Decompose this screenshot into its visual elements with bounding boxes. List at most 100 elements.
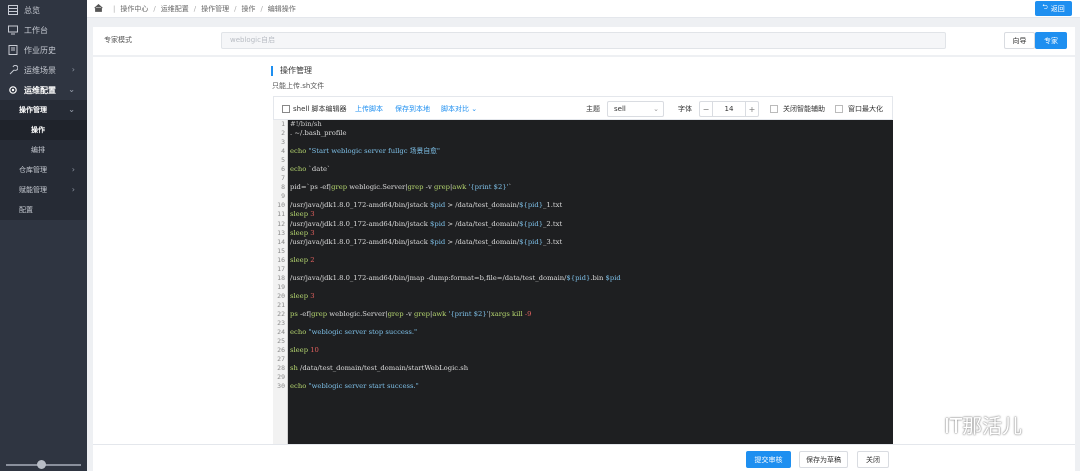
breadcrumb-item[interactable]: 操作 (241, 4, 255, 14)
decrease-font-button[interactable]: − (700, 102, 713, 116)
code-line[interactable]: /usr/java/jdk1.8.0_172-amd64/bin/jstack … (290, 201, 893, 210)
submit-review-button[interactable]: 提交审核 (746, 451, 791, 468)
code-line[interactable]: sleep 3 (290, 210, 893, 219)
home-icon[interactable] (94, 3, 103, 14)
sidebar-item-operation[interactable]: 操作 (0, 120, 87, 140)
code-line[interactable]: ​ (290, 156, 893, 165)
chevron-down-icon: ⌄ (471, 105, 478, 113)
close-button[interactable]: 关闭 (857, 451, 889, 468)
line-number: 15 (277, 246, 285, 255)
code-line[interactable]: ​ (290, 265, 893, 274)
font-size-value[interactable]: 14 (713, 102, 745, 116)
line-number: 3 (281, 138, 285, 147)
sidebar-item-workbench[interactable]: 工作台 (0, 20, 87, 40)
code-line[interactable]: ​ (290, 319, 893, 328)
code-line[interactable]: ​ (290, 301, 893, 310)
code-line[interactable]: pid=`ps -ef|grep weblogic.Server|grep -v… (290, 183, 893, 192)
code-line[interactable]: /usr/java/jdk1.8.0_172-amd64/bin/jstack … (290, 238, 893, 247)
code-line[interactable]: ​ (290, 337, 893, 346)
action-bar: 提交审核 保存为草稿 关闭 (93, 444, 1075, 471)
code-line[interactable]: echo `date` (290, 165, 893, 174)
script-compare-link[interactable]: 脚本对比 ⌄ (441, 104, 477, 114)
monitor-icon (7, 25, 18, 36)
code-line[interactable]: ​ (290, 355, 893, 364)
sidebar-submenu: 操作管理 ⌄ 操作 编排 仓库管理 › 赋能管理 › 配置 (0, 100, 87, 220)
breadcrumb: | 操作中心 / 运维配置 / 操作管理 / 操作 / 编辑操作 ⮌ 返回 (87, 0, 1080, 18)
code-line[interactable]: ​ (290, 174, 893, 183)
line-number: 28 (277, 364, 285, 373)
checkbox-box[interactable] (835, 105, 843, 113)
sidebar-item-label: 总览 (24, 5, 40, 15)
sidebar-item-arrange[interactable]: 编排 (0, 140, 87, 160)
chevron-right-icon: › (71, 185, 75, 194)
sidebar-item-config[interactable]: 配置 (0, 200, 87, 220)
code-line[interactable]: ​ (290, 138, 893, 147)
code-line[interactable]: /usr/java/jdk1.8.0_172-amd64/bin/jmap -d… (290, 274, 893, 283)
code-line[interactable]: . ~/.bash_profile (290, 129, 893, 138)
sidebar-item-ops-config[interactable]: 运维配置 ⌄ (0, 80, 87, 100)
sidebar-item-label: 配置 (19, 206, 33, 214)
line-number: 12 (277, 219, 285, 228)
sidebar-slider[interactable] (0, 459, 87, 471)
code-line[interactable]: echo "weblogic server start success." (290, 382, 893, 391)
code-content[interactable]: #!/bin/sh. ~/.bash_profile​echo "Start w… (290, 120, 893, 391)
code-line[interactable]: sleep 10 (290, 346, 893, 355)
save-local-link[interactable]: 保存到本地 (395, 104, 430, 114)
code-line[interactable]: sleep 2 (290, 256, 893, 265)
script-compare-label: 脚本对比 (441, 105, 469, 113)
maximize-checkbox[interactable]: 窗口最大化 (835, 104, 883, 114)
sidebar-item-ops-scene[interactable]: 运维场景 › (0, 60, 87, 80)
sidebar-item-empower[interactable]: 赋能管理 › (0, 180, 87, 200)
code-line[interactable]: sleep 3 (290, 229, 893, 238)
upload-hint: 只能上传.sh文件 (272, 82, 325, 90)
theme-select[interactable]: sell ⌄ (607, 101, 664, 117)
code-line[interactable]: sleep 3 (290, 292, 893, 301)
code-line[interactable]: ps -ef|grep weblogic.Server|grep -v grep… (290, 310, 893, 319)
sidebar-item-job-history[interactable]: 作业历史 (0, 40, 87, 60)
theme-label: 主题 (586, 105, 600, 113)
line-number: 11 (277, 210, 285, 219)
breadcrumb-item[interactable]: 运维配置 (161, 4, 189, 14)
save-draft-button[interactable]: 保存为草稿 (799, 451, 848, 468)
code-line[interactable]: echo "weblogic server stop success." (290, 328, 893, 337)
line-number: 6 (281, 165, 285, 174)
sidebar-item-label: 操作管理 (19, 106, 47, 114)
increase-font-button[interactable]: + (745, 102, 758, 116)
mode-label: 专家模式 (104, 36, 132, 44)
upload-script-link[interactable]: 上传脚本 (355, 104, 383, 114)
breadcrumb-item-current: 编辑操作 (267, 4, 296, 13)
font-size-stepper[interactable]: − 14 + (699, 101, 759, 117)
code-line[interactable]: ​ (290, 192, 893, 201)
breadcrumb-separator: / (260, 4, 263, 13)
line-number: 30 (277, 382, 285, 391)
sidebar-item-repo[interactable]: 仓库管理 › (0, 160, 87, 180)
line-number: 7 (281, 174, 285, 183)
line-number: 16 (277, 255, 285, 264)
chevron-down-icon: ⌄ (68, 105, 75, 114)
expert-button[interactable]: 专家 (1035, 32, 1067, 49)
code-line[interactable]: ​ (290, 373, 893, 382)
script-name-input[interactable]: weblogic自启 (221, 32, 946, 49)
code-line[interactable]: echo "Start weblogic server fullgc 场景自愈" (290, 147, 893, 156)
wizard-button[interactable]: 向导 (1004, 32, 1035, 49)
back-button-label: 返回 (1050, 4, 1065, 13)
code-line[interactable]: /usr/java/jdk1.8.0_172-amd64/bin/jstack … (290, 220, 893, 229)
code-line[interactable]: sh /data/test_domain/test_domain/startWe… (290, 364, 893, 373)
checkbox-box[interactable] (770, 105, 778, 113)
code-line[interactable]: ​ (290, 283, 893, 292)
sidebar-item-overview[interactable]: 总览 (0, 0, 87, 20)
smart-assist-checkbox[interactable]: 关闭智能辅助 (770, 104, 825, 114)
line-number: 2 (281, 129, 285, 138)
line-number: 10 (277, 201, 285, 210)
line-number: 29 (277, 373, 285, 382)
code-editor[interactable]: 1 2 3 4 5 6 7 8 9 10 11 12 13 14 15 16 17 18 19 20 21 22 23 24 2… (273, 120, 893, 444)
code-line[interactable]: #!/bin/sh (290, 120, 893, 129)
breadcrumb-item[interactable]: 操作管理 (201, 4, 229, 14)
code-line[interactable]: ​ (290, 247, 893, 256)
gear-icon (7, 85, 18, 96)
slider-knob[interactable] (37, 460, 46, 469)
back-button[interactable]: ⮌ 返回 (1035, 1, 1072, 16)
sidebar-item-ops-manage[interactable]: 操作管理 ⌄ (0, 100, 87, 120)
mode-row: 专家模式 weblogic自启 向导 专家 (93, 27, 1075, 55)
breadcrumb-item[interactable]: 操作中心 (120, 4, 148, 14)
